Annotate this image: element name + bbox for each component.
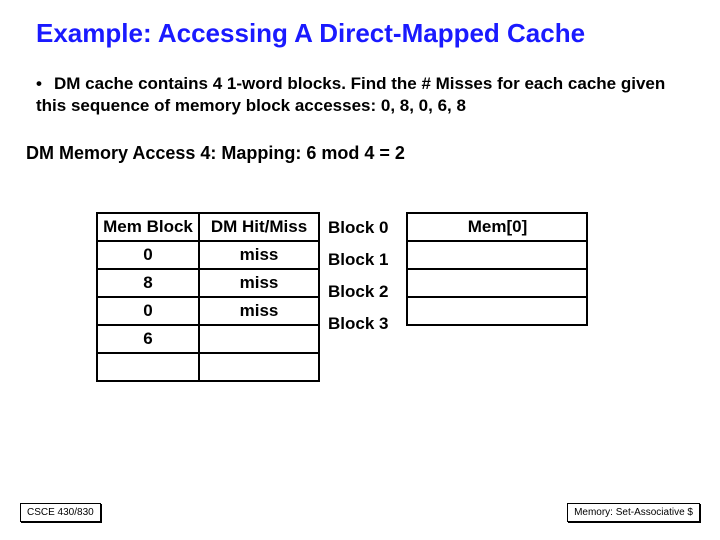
cache-cell: [407, 241, 587, 269]
cache-cell: [407, 269, 587, 297]
table-row: 0 miss: [97, 297, 319, 325]
cell: miss: [199, 269, 319, 297]
tables-row: Mem Block DM Hit/Miss 0 miss 8 miss 0 mi…: [0, 164, 720, 382]
cell: [199, 325, 319, 353]
bullet-line: •DM cache contains 4 1-word blocks. Find…: [0, 49, 720, 117]
footer: CSCE 430/830 Memory: Set-Associative $: [0, 503, 720, 522]
col-header-hitmiss: DM Hit/Miss: [199, 213, 319, 241]
cell: [97, 353, 199, 381]
cell: miss: [199, 297, 319, 325]
cache-cell: Mem[0]: [407, 213, 587, 241]
block-labels: Block 0 Block 1 Block 2 Block 3: [328, 212, 388, 340]
cache-table: Mem[0]: [406, 212, 588, 326]
access-table: Mem Block DM Hit/Miss 0 miss 8 miss 0 mi…: [96, 212, 320, 382]
table-row: 0 miss: [97, 241, 319, 269]
block-label: Block 3: [328, 308, 388, 340]
block-label: Block 1: [328, 244, 388, 276]
mapping-line: DM Memory Access 4: Mapping: 6 mod 4 = 2: [0, 117, 720, 164]
footer-right: Memory: Set-Associative $: [567, 503, 700, 522]
cell: 8: [97, 269, 199, 297]
cell: 0: [97, 297, 199, 325]
table-row: [97, 353, 319, 381]
cache-cell: [407, 297, 587, 325]
slide-title: Example: Accessing A Direct-Mapped Cache: [0, 0, 720, 49]
block-label: Block 0: [328, 212, 388, 244]
cell: 0: [97, 241, 199, 269]
col-header-memblock: Mem Block: [97, 213, 199, 241]
footer-left: CSCE 430/830: [20, 503, 101, 522]
table-row: 6: [97, 325, 319, 353]
cell: miss: [199, 241, 319, 269]
bullet-text: DM cache contains 4 1-word blocks. Find …: [36, 74, 665, 115]
bullet-marker: •: [36, 73, 54, 95]
cell: 6: [97, 325, 199, 353]
cell: [199, 353, 319, 381]
table-row: 8 miss: [97, 269, 319, 297]
block-label: Block 2: [328, 276, 388, 308]
